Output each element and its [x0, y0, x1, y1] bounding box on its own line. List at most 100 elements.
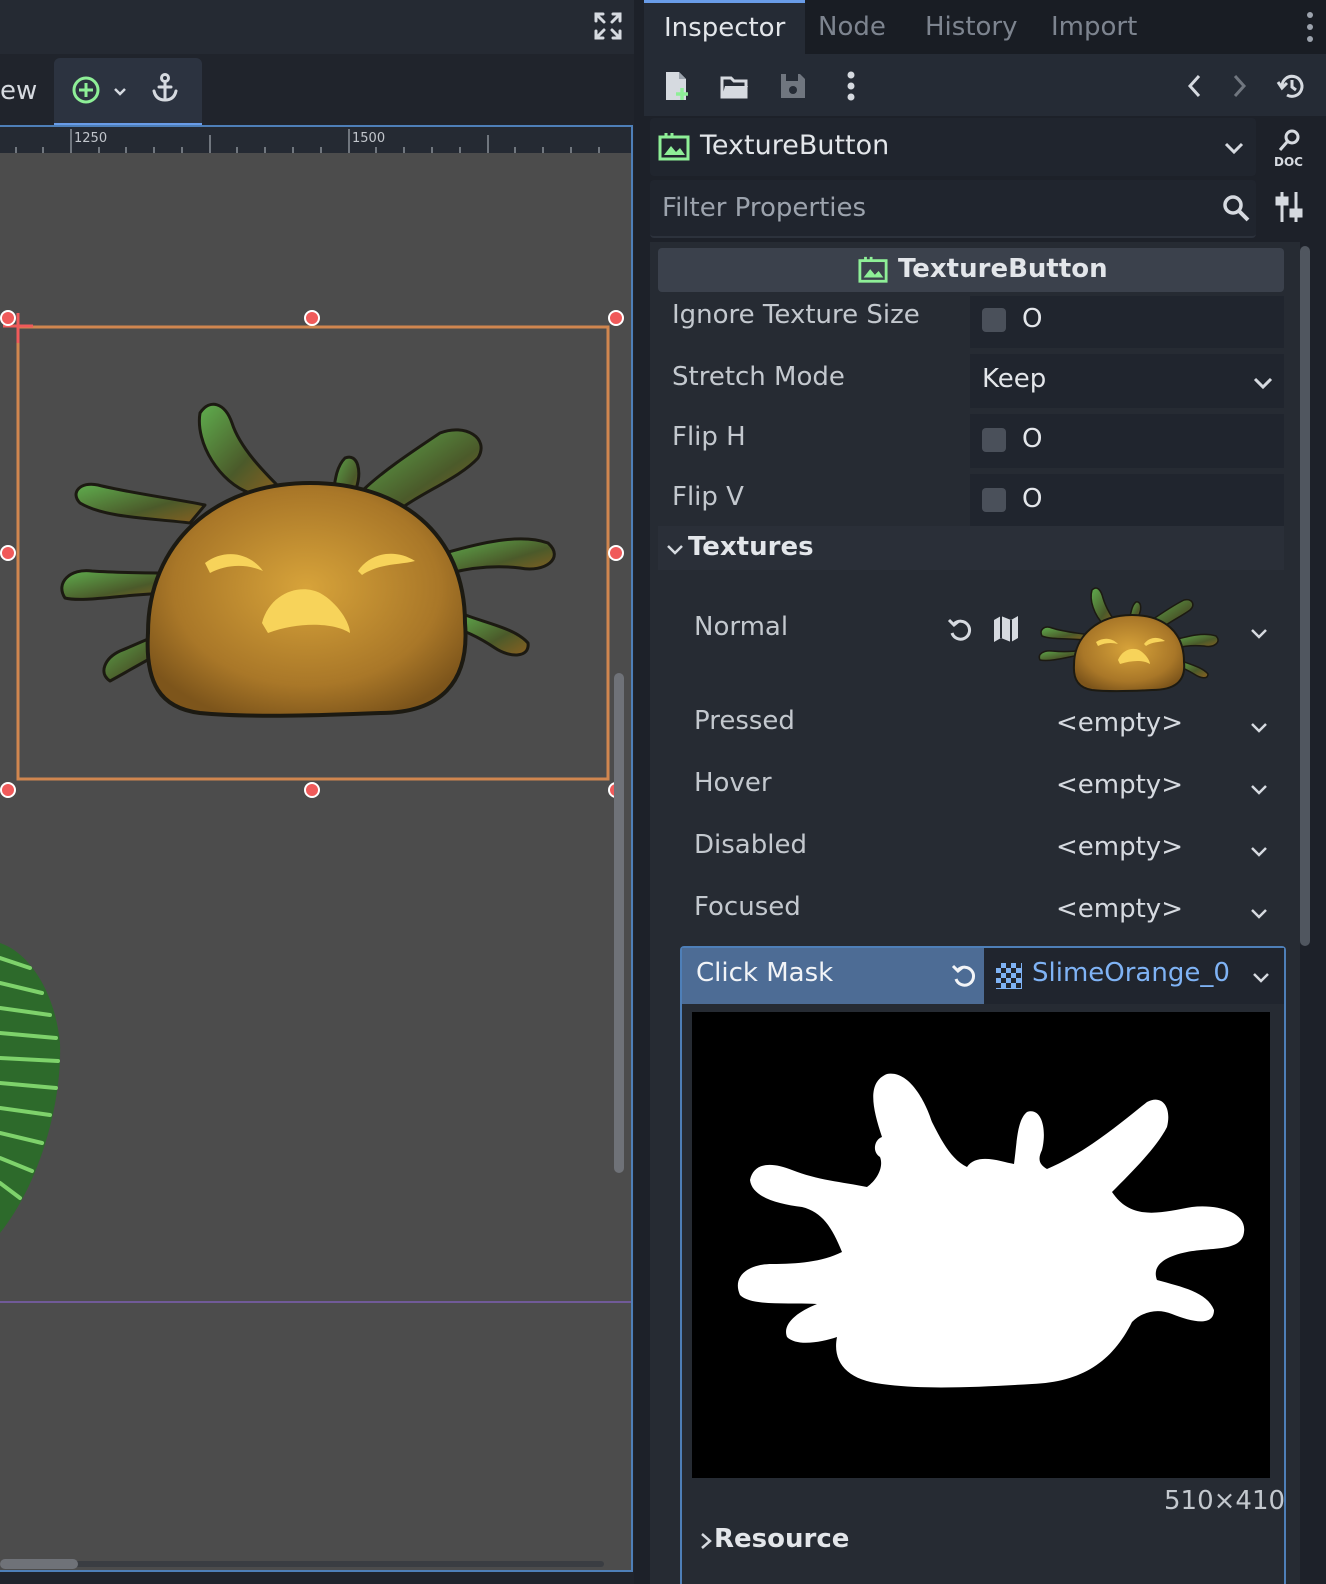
- inspector-scrollbar[interactable]: [1300, 246, 1310, 946]
- horizontal-scroll-track: [0, 1561, 604, 1567]
- resize-handle[interactable]: [304, 310, 320, 326]
- tab-node[interactable]: Node: [798, 0, 906, 54]
- flip-h-checkbox[interactable]: O: [970, 414, 1284, 468]
- class-section-header[interactable]: TextureButton: [658, 248, 1284, 292]
- property-label-normal: Normal: [694, 612, 789, 642]
- slime-sprite[interactable]: [60, 402, 556, 718]
- property-list: TextureButton Ignore Texture Size O Stre…: [650, 242, 1300, 1584]
- bitmap-icon: [996, 963, 1022, 989]
- more-options-icon[interactable]: [836, 70, 866, 102]
- distraction-free-icon[interactable]: [592, 10, 624, 42]
- click-mask-label-cell[interactable]: Click Mask: [682, 948, 984, 1004]
- checkbox-value-text: O: [1022, 424, 1043, 454]
- checkbox-icon: [982, 308, 1006, 332]
- horizontal-scrollbar[interactable]: [0, 1559, 78, 1569]
- ignore-texture-size-checkbox[interactable]: O: [970, 296, 1284, 348]
- property-label-click-mask: Click Mask: [696, 958, 834, 988]
- flip-v-checkbox[interactable]: O: [970, 474, 1284, 526]
- checkbox-icon: [982, 428, 1006, 452]
- chevron-down-icon[interactable]: [1248, 840, 1270, 862]
- viewport-top-bar: [0, 0, 634, 54]
- click-mask-preview: [692, 1012, 1270, 1478]
- add-node-tool-group[interactable]: [54, 58, 202, 126]
- chevron-down-icon[interactable]: [1248, 716, 1270, 738]
- viewport-canvas-frame[interactable]: 1250 1500: [0, 125, 633, 1572]
- vertical-scrollbar[interactable]: [614, 673, 624, 1173]
- tab-import[interactable]: Import: [1031, 0, 1157, 54]
- click-mask-resource-name: SlimeOrange_0: [1032, 958, 1230, 988]
- chevron-down-icon[interactable]: [112, 84, 128, 100]
- dock-menu-icon[interactable]: [1304, 10, 1316, 44]
- open-documentation-icon[interactable]: DOC: [1272, 128, 1308, 168]
- history-forward-icon[interactable]: [1224, 70, 1254, 102]
- scene-canvas[interactable]: [0, 153, 631, 1570]
- property-label-flip-h: Flip H: [672, 422, 746, 452]
- stretch-mode-value: Keep: [982, 364, 1047, 394]
- save-icon[interactable]: [778, 70, 808, 102]
- property-settings-icon[interactable]: [1274, 190, 1304, 224]
- chevron-down-icon: [667, 545, 683, 555]
- click-mask-resource-picker[interactable]: SlimeOrange_0: [984, 948, 1284, 1004]
- chevron-down-icon[interactable]: [1248, 902, 1270, 924]
- textures-section-title: Textures: [688, 532, 814, 562]
- new-resource-icon[interactable]: [662, 70, 692, 102]
- tab-history[interactable]: History: [905, 0, 1038, 54]
- disabled-texture-value[interactable]: <empty>: [1056, 832, 1183, 862]
- horizontal-ruler: 1250 1500: [0, 127, 631, 153]
- dock-tab-bar: Inspector Node History Import: [644, 0, 1326, 54]
- checkbox-value-text: O: [1022, 304, 1043, 334]
- filter-properties-box: [650, 180, 1256, 238]
- add-node-icon[interactable]: [70, 74, 102, 106]
- click-mask-property: Click Mask SlimeOrange_0 510×410 Resourc…: [680, 946, 1286, 1584]
- property-label-focused: Focused: [694, 892, 801, 922]
- tab-inspector[interactable]: Inspector: [644, 0, 806, 54]
- viewport-toolbar: ew: [0, 54, 634, 126]
- property-label-pressed: Pressed: [694, 706, 795, 736]
- resize-handle[interactable]: [0, 782, 16, 798]
- anchor-icon[interactable]: [150, 72, 180, 104]
- revert-icon[interactable]: [946, 616, 974, 644]
- view-menu[interactable]: ew: [0, 76, 37, 106]
- stretch-mode-dropdown[interactable]: Keep: [970, 354, 1284, 408]
- inspector-toolbar: [644, 54, 1326, 116]
- revert-icon[interactable]: [950, 962, 978, 990]
- resize-handle[interactable]: [0, 310, 16, 326]
- focused-texture-value[interactable]: <empty>: [1056, 894, 1183, 924]
- click-mask-size: 510×410: [1164, 1486, 1286, 1516]
- property-label-ignore-texture-size: Ignore Texture Size: [672, 300, 920, 330]
- chevron-down-icon[interactable]: [1222, 136, 1246, 160]
- chevron-down-icon[interactable]: [1248, 622, 1270, 644]
- texture-button-icon: [658, 133, 690, 161]
- pressed-texture-value[interactable]: <empty>: [1056, 708, 1183, 738]
- object-name: TextureButton: [700, 130, 890, 161]
- open-folder-icon[interactable]: [720, 70, 750, 102]
- map-icon[interactable]: [992, 614, 1020, 644]
- hover-texture-value[interactable]: <empty>: [1056, 770, 1183, 800]
- chevron-down-icon: [1253, 377, 1273, 390]
- resize-handle[interactable]: [0, 545, 16, 561]
- chevron-down-icon[interactable]: [1248, 778, 1270, 800]
- resize-handle[interactable]: [608, 310, 624, 326]
- chevron-down-icon[interactable]: [1250, 966, 1272, 988]
- property-label-hover: Hover: [694, 768, 772, 798]
- normal-texture-preview[interactable]: [1034, 570, 1230, 694]
- object-history-icon[interactable]: [1276, 70, 1306, 102]
- edited-object-selector[interactable]: TextureButton: [650, 118, 1256, 176]
- inspector-dock: Inspector Node History Import TextureBut…: [644, 0, 1326, 1584]
- green-slime-sprite[interactable]: [0, 943, 61, 1233]
- class-section-title: TextureButton: [898, 254, 1108, 284]
- property-label-flip-v: Flip V: [672, 482, 744, 512]
- textures-section-header[interactable]: Textures: [658, 526, 1284, 570]
- canvas-editor-panel: ew 1250 1500: [0, 0, 634, 1584]
- svg-text:DOC: DOC: [1274, 155, 1303, 168]
- chevron-right-icon[interactable]: [698, 1532, 714, 1550]
- property-label-stretch-mode: Stretch Mode: [672, 362, 845, 392]
- resource-section-title[interactable]: Resource: [714, 1524, 849, 1554]
- property-label-disabled: Disabled: [694, 830, 807, 860]
- resize-handle[interactable]: [608, 545, 624, 561]
- resize-handle[interactable]: [304, 782, 320, 798]
- texture-button-icon: [858, 256, 888, 283]
- checkbox-value-text: O: [1022, 484, 1043, 514]
- history-back-icon[interactable]: [1180, 70, 1210, 102]
- filter-properties-input[interactable]: [662, 188, 1202, 228]
